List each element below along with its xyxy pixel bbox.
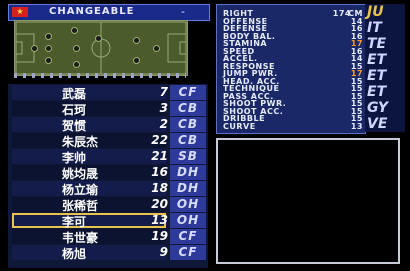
ability-tab[interactable]: TE xyxy=(367,36,386,52)
pitch-lines xyxy=(15,21,187,75)
player-name: 杨旭 xyxy=(62,247,87,261)
player-row[interactable]: 张稀哲 20 OH xyxy=(12,197,208,213)
formation-pitch[interactable] xyxy=(14,20,188,76)
player-row[interactable]: 贺惯 2 CB xyxy=(12,117,208,133)
header-title: CHANGEABLE xyxy=(49,6,135,17)
player-row[interactable]: 石珂 3 CB xyxy=(12,101,208,117)
player-position: CF xyxy=(170,229,206,244)
player-name: 武磊 xyxy=(62,87,87,101)
player-name: 朱辰杰 xyxy=(62,135,99,149)
player-stats-panel: RIGHT 174 CM OFFENSE 14 DEFENSE 16 BODY … xyxy=(216,4,366,134)
ability-tab[interactable]: ET xyxy=(367,84,386,100)
ability-tab[interactable]: IT xyxy=(367,20,382,36)
player-row[interactable]: 李帅 21 SB xyxy=(12,149,208,165)
player-name: 杨立瑜 xyxy=(62,183,99,197)
player-number: 3 xyxy=(159,101,168,115)
player-marker[interactable] xyxy=(45,57,52,64)
player-marker[interactable] xyxy=(45,33,52,40)
ability-tab[interactable]: GY xyxy=(367,100,388,116)
stat-row: CURVE 13 xyxy=(223,122,363,131)
player-info-box xyxy=(216,138,400,264)
player-row[interactable]: 姚均晟 16 DH xyxy=(12,165,208,181)
player-marker[interactable] xyxy=(45,45,52,52)
player-number: 18 xyxy=(151,181,168,195)
player-row[interactable]: 韦世豪 19 CF xyxy=(12,229,208,245)
ability-tab[interactable]: ET xyxy=(367,68,386,84)
player-row-selected[interactable]: 李可 13 OH xyxy=(12,213,208,229)
stat-value: 13 xyxy=(350,121,363,131)
player-marker[interactable] xyxy=(31,45,38,52)
player-roster: 武磊 7 CF 石珂 3 CB 贺惯 2 CB 朱辰杰 22 CB 李帅 21 … xyxy=(8,84,208,268)
player-marker[interactable] xyxy=(153,45,160,52)
player-position: DH xyxy=(170,165,206,180)
player-number: 21 xyxy=(151,149,168,163)
player-position: DH xyxy=(170,181,206,196)
player-number: 19 xyxy=(151,229,168,243)
player-row[interactable]: 杨立瑜 18 DH xyxy=(12,181,208,197)
player-name: 李可 xyxy=(62,215,87,229)
player-name: 李帅 xyxy=(62,151,87,165)
player-number: 16 xyxy=(151,165,168,179)
player-position: CB xyxy=(170,101,206,116)
player-number: 22 xyxy=(151,133,168,147)
player-number: 20 xyxy=(151,197,168,211)
header-dash: - xyxy=(181,5,185,18)
stat-label: CURVE xyxy=(223,121,256,131)
player-position: OH xyxy=(170,197,206,212)
player-position: CB xyxy=(170,117,206,132)
player-row[interactable]: 杨旭 9 CF xyxy=(12,245,208,261)
flag-star: ★ xyxy=(16,7,24,16)
player-name: 石珂 xyxy=(62,103,87,117)
player-position: OH xyxy=(170,213,206,228)
team-header: ★ CHANGEABLE - xyxy=(8,4,210,21)
player-name: 姚均晟 xyxy=(62,167,99,181)
player-position: CF xyxy=(170,245,206,260)
player-position: SB xyxy=(170,149,206,164)
player-position: CF xyxy=(170,85,206,100)
player-marker[interactable] xyxy=(71,27,78,34)
pitch-scale xyxy=(14,73,186,78)
player-row[interactable]: 武磊 7 CF xyxy=(12,85,208,101)
ability-tabs: JU IT TE ET ET ET GY VE xyxy=(365,4,405,132)
player-marker[interactable] xyxy=(73,45,80,52)
player-name: 韦世豪 xyxy=(62,231,99,245)
player-position: CB xyxy=(170,133,206,148)
player-number: 13 xyxy=(151,213,168,227)
team-flag-icon: ★ xyxy=(12,7,28,17)
player-marker[interactable] xyxy=(73,61,80,68)
player-name: 贺惯 xyxy=(62,119,87,133)
player-number: 7 xyxy=(159,85,168,99)
ability-tab[interactable]: ET xyxy=(367,52,386,68)
ability-tab[interactable]: JU xyxy=(367,4,384,20)
player-row[interactable]: 朱辰杰 22 CB xyxy=(12,133,208,149)
ability-tab[interactable]: VE xyxy=(367,116,387,132)
player-number: 2 xyxy=(159,117,168,131)
player-name: 张稀哲 xyxy=(62,199,99,213)
player-marker[interactable] xyxy=(95,35,102,42)
player-marker[interactable] xyxy=(133,37,140,44)
player-marker[interactable] xyxy=(133,57,140,64)
player-number: 9 xyxy=(159,245,168,259)
